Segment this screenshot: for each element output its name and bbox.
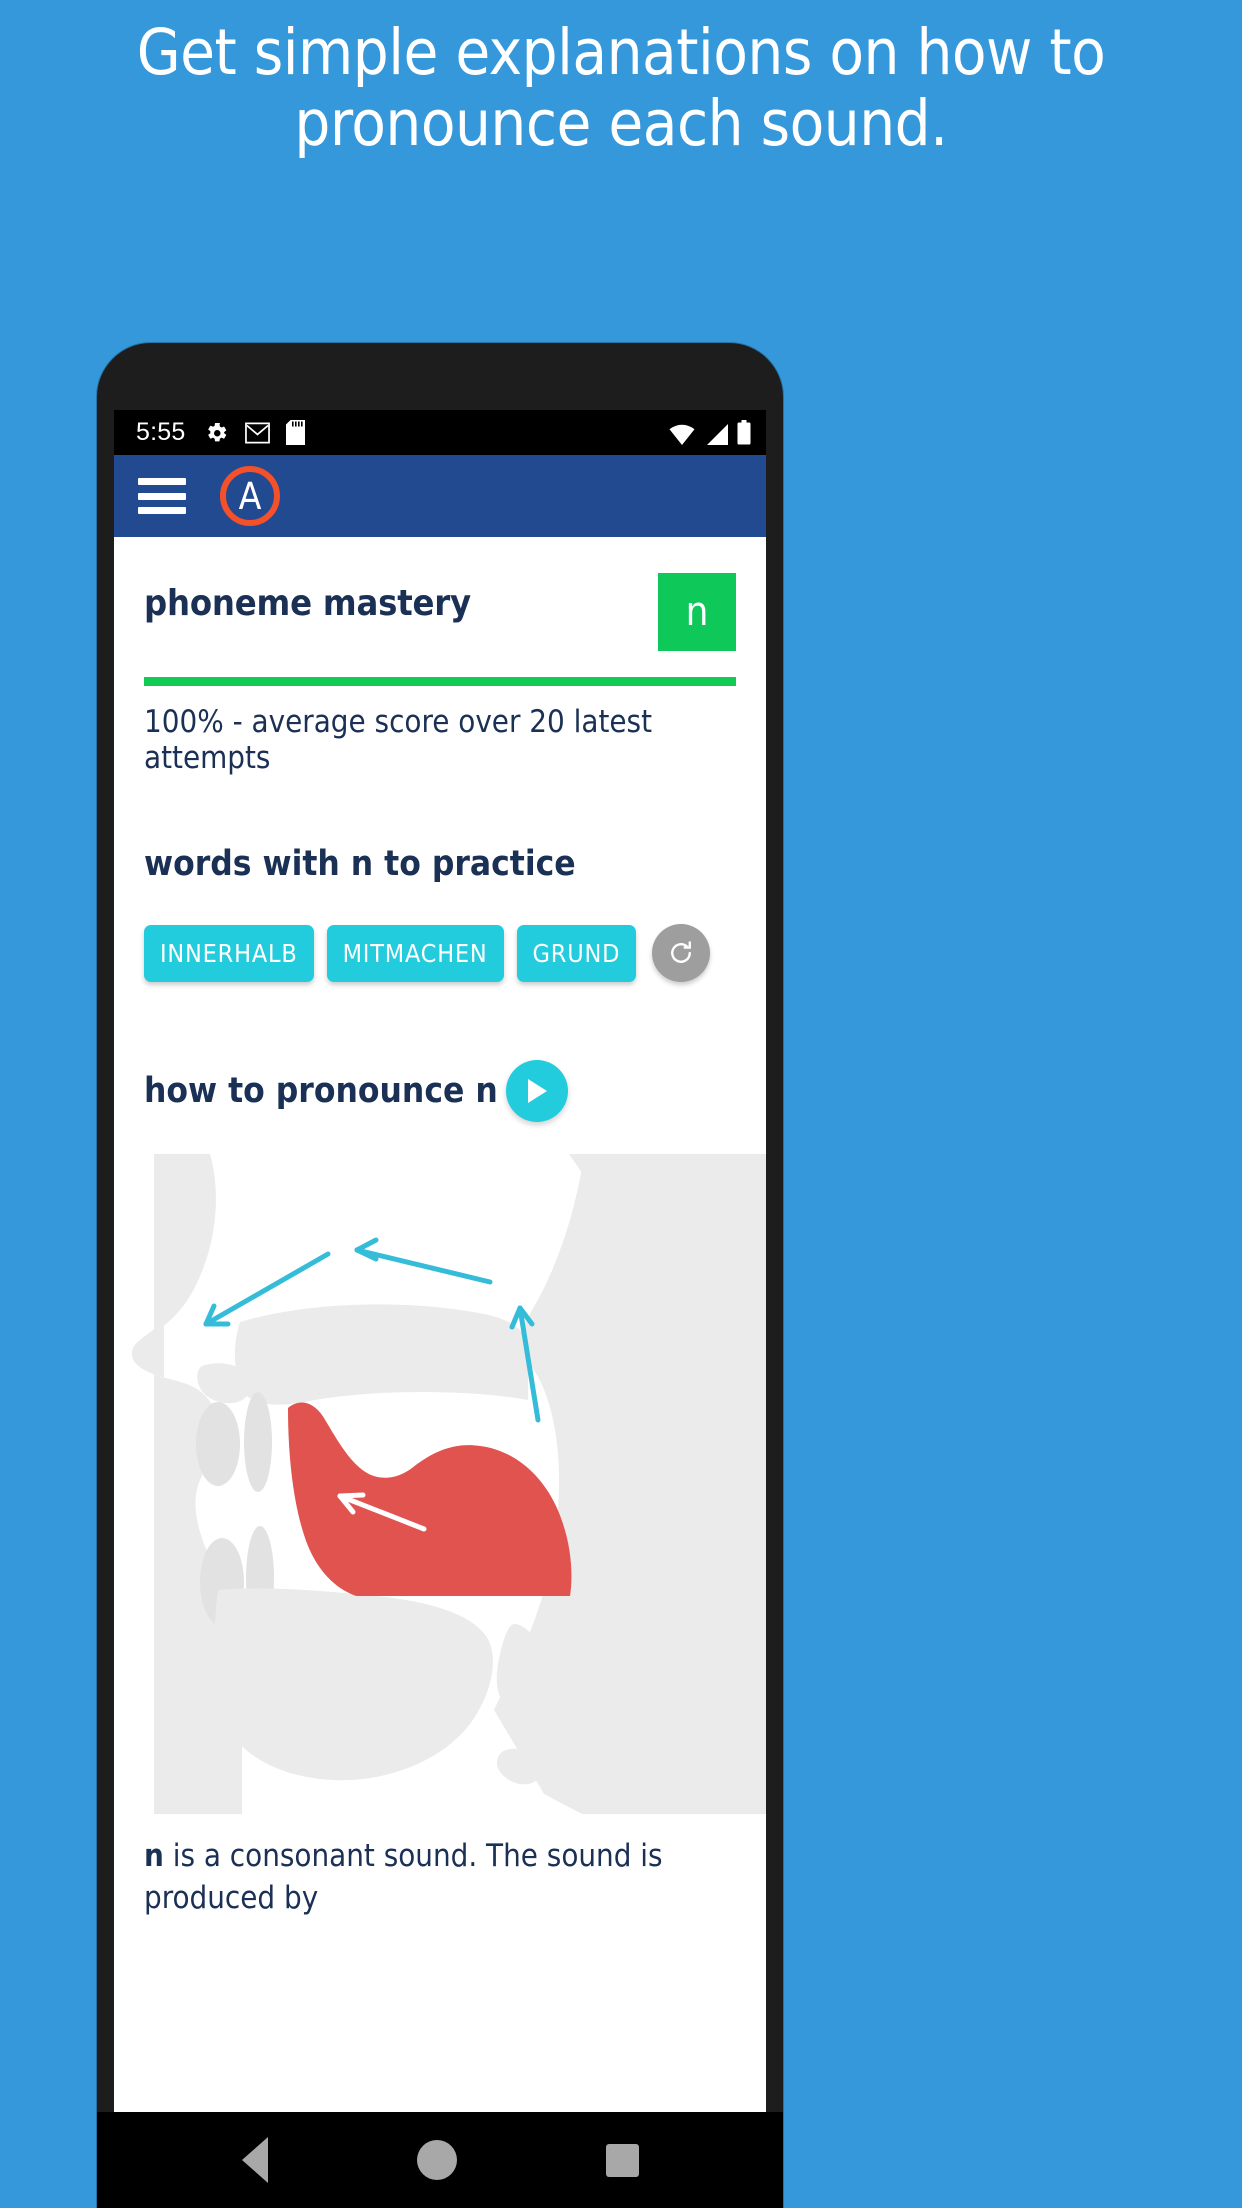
refresh-icon (671, 941, 692, 963)
practice-word-chip[interactable]: INNERHALB (144, 924, 314, 982)
mastery-caption: 100% - average score over 20 latest atte… (144, 704, 653, 776)
promo-headline: Get simple explanations on how to pronou… (136, 16, 1106, 160)
phoneme-description-bold: n (144, 1838, 164, 1874)
pronounce-header: how to pronounce n (114, 982, 766, 1122)
phoneme-description-text: is a consonant sound. The sound is produ… (144, 1838, 663, 1916)
refresh-words-button[interactable] (652, 924, 711, 982)
back-button[interactable] (241, 2137, 268, 2183)
android-navigation-bar (97, 2112, 783, 2208)
page-title: phoneme mastery (144, 583, 471, 624)
status-bar-system-icons (669, 420, 757, 445)
app-bar: A (114, 455, 766, 537)
play-icon (527, 1079, 547, 1103)
promo-screenshot: Get simple explanations on how to pronou… (0, 0, 1242, 2208)
sd-card-icon (286, 420, 306, 445)
phone-screen: 5:55 A phoneme mastery n 100% - average … (114, 410, 766, 2208)
practice-words-heading: words with n to practice (144, 844, 576, 884)
home-button[interactable] (416, 2140, 457, 2180)
battery-icon (737, 420, 751, 445)
phoneme-mastery-header: phoneme mastery n (114, 537, 766, 651)
pronounce-heading: how to pronounce n (144, 1071, 498, 1111)
signal-icon (704, 424, 728, 445)
gear-icon (205, 421, 229, 445)
status-bar: 5:55 (114, 410, 766, 455)
practice-word-chip[interactable]: MITMACHEN (326, 924, 504, 982)
phone-device-frame: 5:55 A phoneme mastery n 100% - average … (97, 343, 783, 2208)
phoneme-description: n is a consonant sound. The sound is pro… (114, 1814, 766, 1920)
wifi-icon (669, 424, 695, 445)
app-content: phoneme mastery n 100% - average score o… (114, 537, 766, 2208)
recents-button[interactable] (605, 2143, 639, 2177)
status-bar-notification-icons (205, 420, 306, 445)
gmail-icon (245, 422, 271, 444)
play-audio-button[interactable] (505, 1060, 568, 1122)
practice-words-list: INNERHALB MITMACHEN GRUND (114, 884, 766, 982)
mastery-progress-fill (144, 677, 736, 686)
phoneme-badge: n (658, 573, 736, 651)
mouth-sagittal-diagram (114, 1154, 766, 1814)
status-bar-clock: 5:55 (136, 418, 186, 446)
mastery-progress-bar (144, 677, 736, 686)
hamburger-menu-icon[interactable] (138, 478, 186, 514)
practice-word-chip[interactable]: GRUND (516, 924, 637, 982)
app-logo[interactable]: A (220, 466, 280, 526)
